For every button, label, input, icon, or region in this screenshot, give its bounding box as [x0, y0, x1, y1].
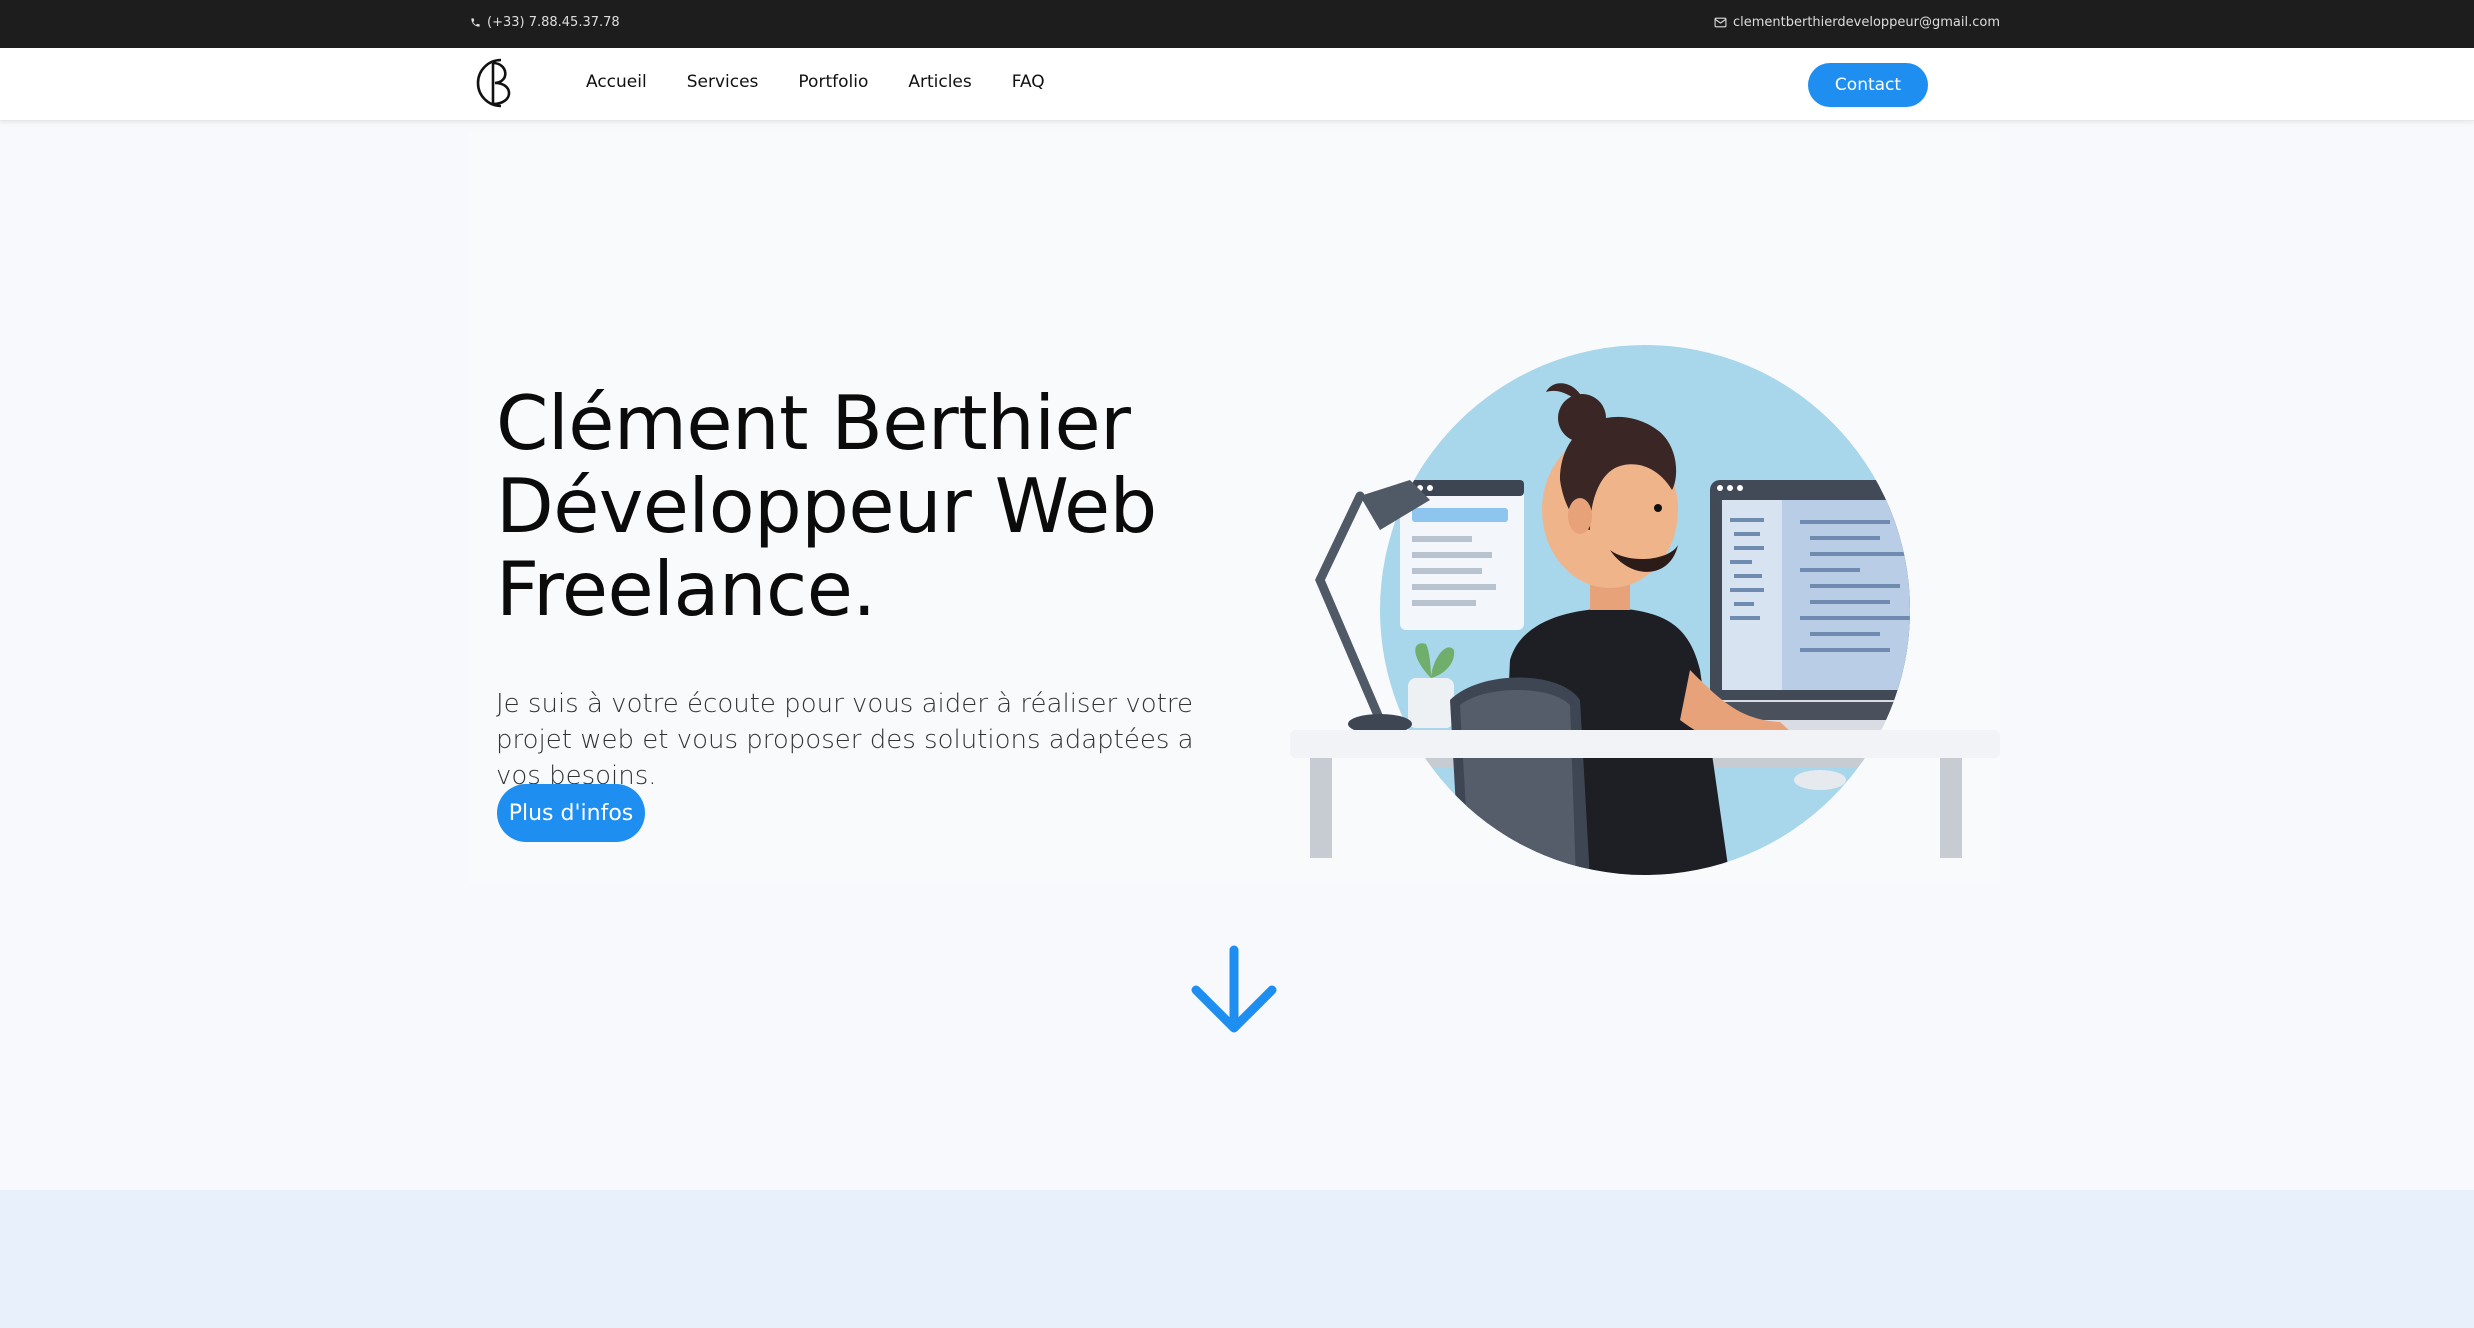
- top-info-bar: (+33) 7.88.45.37.78 clementberthierdevel…: [0, 0, 2474, 48]
- cb-logo[interactable]: [468, 54, 526, 112]
- hero-title-line-1: Clément Berthier: [496, 379, 1131, 467]
- hero-title: Clément Berthier Développeur Web Freelan…: [496, 382, 1276, 631]
- phone-contact[interactable]: (+33) 7.88.45.37.78: [470, 15, 620, 30]
- nav-link-services[interactable]: Services: [687, 72, 759, 92]
- nav-link-portfolio[interactable]: Portfolio: [798, 72, 868, 92]
- nav-links: Accueil Services Portfolio Articles FAQ: [586, 72, 1045, 92]
- contact-button[interactable]: Contact: [1808, 63, 1928, 107]
- nav-link-accueil[interactable]: Accueil: [586, 72, 647, 92]
- hero-description: Je suis à votre écoute pour vous aider à…: [496, 689, 1194, 791]
- email-contact[interactable]: clementberthierdeveloppeur@gmail.com: [1714, 15, 2000, 30]
- nav-link-faq[interactable]: FAQ: [1012, 72, 1045, 92]
- next-section-band: [0, 1190, 2474, 1328]
- arrow-down-icon[interactable]: [1188, 944, 1280, 1034]
- hero-title-line-3: Freelance.: [496, 545, 876, 633]
- phone-icon: [470, 17, 481, 28]
- nav-link-articles[interactable]: Articles: [908, 72, 971, 92]
- hero-title-line-2: Développeur Web: [496, 462, 1157, 550]
- more-info-button[interactable]: Plus d'infos: [497, 784, 645, 842]
- phone-number: (+33) 7.88.45.37.78: [487, 15, 620, 30]
- email-address: clementberthierdeveloppeur@gmail.com: [1732, 15, 2000, 30]
- main-navbar: Accueil Services Portfolio Articles FAQ …: [0, 48, 2474, 121]
- developer-illustration: [1260, 340, 2000, 880]
- mail-icon: [1714, 17, 1727, 28]
